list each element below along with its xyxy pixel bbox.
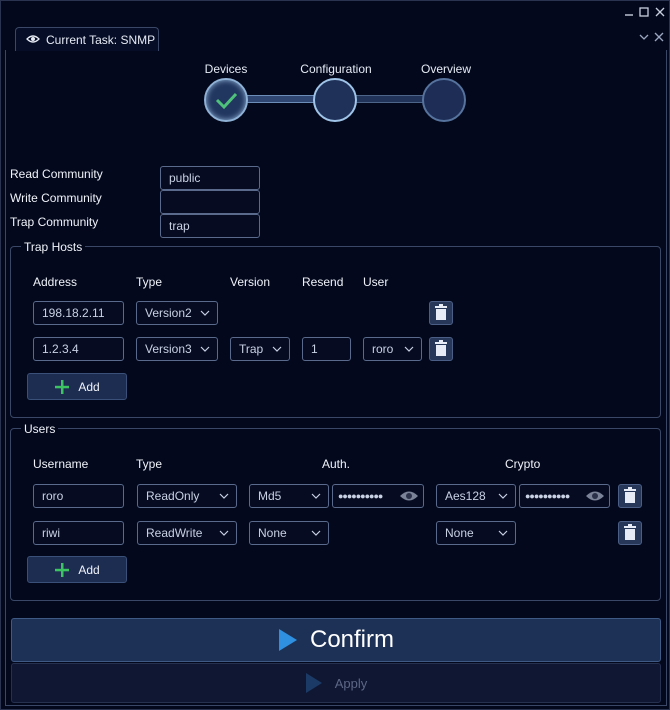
- user-crypto-password-input[interactable]: ●●●●●●●●●●: [519, 484, 610, 508]
- users-col-crypto: Crypto: [505, 457, 541, 471]
- tab-close-icon[interactable]: [654, 31, 664, 45]
- user-crypto-select[interactable]: Aes128: [436, 484, 516, 508]
- chevron-down-icon: [311, 485, 321, 516]
- user-username-input[interactable]: roro: [33, 484, 124, 508]
- trap-version-select[interactable]: Trap: [230, 337, 290, 361]
- play-icon: [305, 673, 322, 693]
- trap-address-input[interactable]: 1.2.3.4: [33, 337, 124, 361]
- trap-delete-button[interactable]: [429, 301, 453, 325]
- read-community-input[interactable]: public: [160, 166, 260, 190]
- user-delete-button[interactable]: [618, 521, 642, 545]
- apply-label: Apply: [334, 675, 368, 691]
- trap-add-button[interactable]: Add: [27, 373, 127, 400]
- user-crypto-select[interactable]: None: [436, 521, 516, 545]
- users-title: Users: [21, 422, 59, 436]
- trap-hosts-title: Trap Hosts: [21, 240, 86, 254]
- maximize-icon[interactable]: [636, 5, 652, 21]
- trash-icon: [624, 524, 636, 540]
- users-col-type: Type: [136, 457, 163, 471]
- user-auth-value: Md5: [258, 489, 282, 503]
- chevron-down-icon: [498, 485, 508, 516]
- trap-col-resend: Resend: [302, 275, 344, 289]
- chevron-down-icon: [219, 522, 229, 553]
- trap-add-label: Add: [78, 379, 100, 394]
- chevron-down-icon: [200, 302, 210, 333]
- minimize-icon[interactable]: [621, 5, 637, 21]
- user-type-value: ReadOnly: [146, 489, 200, 503]
- close-icon[interactable]: [652, 5, 668, 21]
- step-connector: [245, 95, 317, 103]
- step-label-devices: Devices: [204, 62, 248, 76]
- apply-button[interactable]: Apply: [11, 663, 661, 703]
- chevron-down-icon: [311, 522, 321, 553]
- user-type-select[interactable]: ReadOnly: [137, 484, 237, 508]
- plus-icon: [55, 379, 70, 394]
- checkmark-icon: [215, 92, 238, 110]
- trap-col-type: Type: [136, 275, 163, 289]
- trap-user-select[interactable]: roro: [363, 337, 422, 361]
- trap-delete-button[interactable]: [429, 337, 453, 361]
- plus-icon: [55, 562, 70, 577]
- user-auth-value: None: [258, 526, 287, 540]
- chevron-down-icon: [219, 485, 229, 516]
- trap-community-input[interactable]: trap: [160, 214, 260, 238]
- show-password-eye-icon[interactable]: [585, 489, 605, 506]
- user-add-button[interactable]: Add: [27, 556, 127, 583]
- read-community-label: Read Community: [10, 167, 103, 181]
- user-type-value: ReadWrite: [146, 526, 203, 540]
- trash-icon: [435, 304, 447, 320]
- trap-type-value: Version3: [145, 342, 192, 356]
- step-configuration[interactable]: [313, 78, 357, 122]
- chevron-down-icon: [272, 338, 282, 369]
- trap-col-user: User: [363, 275, 389, 289]
- user-auth-password-input[interactable]: ●●●●●●●●●●: [332, 484, 424, 508]
- trap-type-select[interactable]: Version2: [136, 301, 218, 325]
- trap-version-value: Trap: [239, 342, 264, 356]
- user-delete-button[interactable]: [618, 484, 642, 508]
- user-type-select[interactable]: ReadWrite: [137, 521, 237, 545]
- user-add-label: Add: [78, 562, 100, 577]
- confirm-button[interactable]: Confirm: [11, 618, 661, 662]
- step-connector: [354, 95, 426, 103]
- users-col-auth: Auth.: [322, 457, 351, 471]
- app-window: Current Task: SNMP Devices Configuration…: [0, 0, 670, 710]
- confirm-label: Confirm: [309, 626, 394, 653]
- step-label-configuration: Configuration: [300, 62, 372, 76]
- trap-type-select[interactable]: Version3: [136, 337, 218, 361]
- tab-title: Current Task: SNMP: [46, 32, 156, 47]
- trash-icon: [624, 487, 636, 503]
- chevron-down-icon: [404, 338, 414, 369]
- tab-current-task[interactable]: Current Task: SNMP: [15, 27, 159, 51]
- step-overview[interactable]: [422, 78, 466, 122]
- users-col-username: Username: [33, 457, 89, 471]
- trap-resend-input[interactable]: 1: [302, 337, 351, 361]
- step-label-overview: Overview: [420, 62, 471, 76]
- write-community-label: Write Community: [10, 191, 102, 205]
- eye-icon: [26, 33, 40, 47]
- trap-col-address: Address: [33, 275, 78, 289]
- step-devices[interactable]: [204, 78, 248, 122]
- user-crypto-value: None: [445, 526, 474, 540]
- write-community-input[interactable]: [160, 190, 260, 214]
- trap-community-label: Trap Community: [10, 215, 99, 229]
- trash-icon: [435, 340, 447, 356]
- chevron-down-icon[interactable]: [639, 31, 649, 45]
- user-auth-select[interactable]: Md5: [249, 484, 329, 508]
- password-mask: ●●●●●●●●●●: [338, 491, 383, 501]
- show-password-eye-icon[interactable]: [399, 489, 419, 506]
- trap-user-value: roro: [372, 342, 394, 356]
- user-auth-select[interactable]: None: [249, 521, 329, 545]
- chevron-down-icon: [200, 338, 210, 369]
- trap-address-input[interactable]: 198.18.2.11: [33, 301, 124, 325]
- trap-col-version: Version: [230, 275, 271, 289]
- play-icon: [278, 629, 297, 651]
- chevron-down-icon: [498, 522, 508, 553]
- user-crypto-value: Aes128: [445, 489, 486, 503]
- trap-type-value: Version2: [145, 306, 192, 320]
- user-username-input[interactable]: riwi: [33, 521, 124, 545]
- password-mask: ●●●●●●●●●●: [525, 491, 570, 501]
